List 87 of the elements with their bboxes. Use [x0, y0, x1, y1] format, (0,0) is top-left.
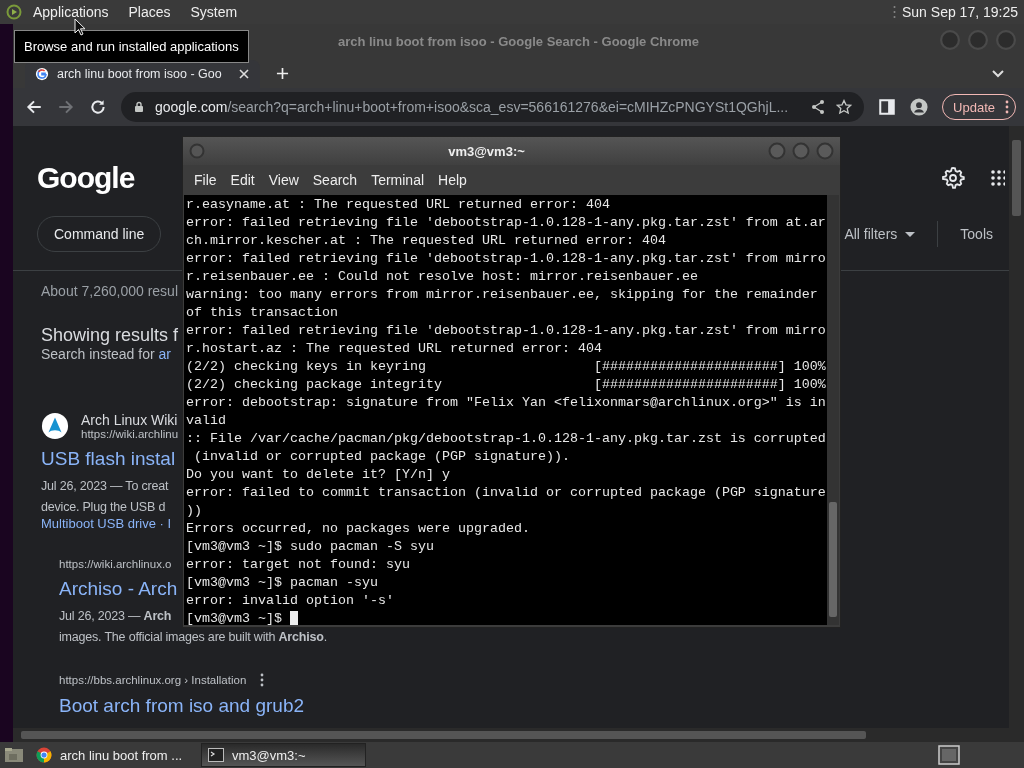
terminal-scrollbar[interactable] [827, 195, 839, 625]
horizontal-scrollbar[interactable] [13, 728, 1024, 742]
chrome-icon [36, 747, 52, 763]
taskbar-button[interactable]: vm3@vm3:~ [201, 743, 366, 767]
menu-item[interactable]: File [187, 172, 224, 188]
sitelinks[interactable]: Multiboot USB drive · I [41, 516, 172, 531]
terminal-line: error: failed retrieving file 'debootstrap-1.0.128-1-any.pkg.tar.zst' from at.ar [186, 214, 827, 232]
dropdown-caret-icon[interactable] [905, 231, 916, 237]
more-options-icon[interactable] [260, 673, 265, 687]
panel-menu[interactable]: System [181, 4, 247, 20]
terminal-line: r.reisenbauer.ee : Could not resolve host: mirror.reisenbauer.ee [186, 268, 699, 286]
panel-menu[interactable]: Applications [24, 4, 118, 20]
show-desktop-icon[interactable] [4, 746, 24, 764]
mouse-pointer-icon [74, 18, 86, 36]
google-logo[interactable]: Google [37, 161, 135, 195]
kebab-menu-icon[interactable] [1005, 100, 1009, 114]
result-stats: About 7,260,000 resul [41, 283, 178, 299]
menu-item[interactable]: Help [431, 172, 474, 188]
share-icon[interactable] [810, 99, 827, 115]
side-panel-icon[interactable] [878, 98, 897, 116]
text-cursor [290, 611, 298, 625]
search-instead-text: Search instead for [41, 346, 155, 362]
terminal-line: :: File /var/cache/pacman/pkg/debootstrap-1.0.128-1-any.pkg.tar.zst is corrupted [186, 430, 827, 448]
google-g-icon [35, 67, 49, 81]
vertical-scrollbar[interactable] [1009, 126, 1024, 728]
terminal-line: error: failed retrieving file 'debootstrap-1.0.128-1-any.pkg.tar.zst' from mirro [186, 322, 827, 340]
result-title-link[interactable]: USB flash instal [41, 448, 176, 470]
terminal-line: ch.mirror.kescher.at : The requested URL returned error: 404 [186, 232, 667, 250]
star-icon[interactable] [836, 99, 853, 115]
panel-handle-icon [893, 5, 896, 19]
terminal-icon [208, 747, 224, 763]
terminal-line: )) [186, 502, 203, 520]
arch-logo-icon [41, 412, 69, 440]
terminal-line: [vm3@vm3 ~]$ sudo pacman -S syu [186, 538, 435, 556]
all-filters-dropdown[interactable]: All filters [840, 226, 920, 242]
shell-prompt: [vm3@vm3 ~]$ [186, 610, 282, 625]
menu-item[interactable]: View [261, 172, 306, 188]
site-name: Arch Linux Wiki [81, 412, 179, 428]
result-snippet: device. Plug the USB d [41, 499, 166, 516]
clock[interactable]: Sun Sep 17, 19:25 [902, 4, 1018, 20]
terminal-line: error: failed to commit transaction (invalid or corrupted package (PGP signature [186, 484, 827, 502]
profile-icon[interactable] [910, 98, 929, 116]
result-snippet: Jul 26, 2023 — Arch [59, 608, 172, 625]
apps-grid-icon[interactable] [991, 169, 1005, 187]
app-menu-icon[interactable] [6, 4, 22, 20]
window-title: vm3@vm3:~ [447, 143, 526, 159]
terminal-line: r.easyname.at : The requested URL returned error: 404 [186, 196, 611, 214]
menu-item[interactable]: Edit [223, 172, 262, 188]
new-tab-icon[interactable] [276, 67, 289, 80]
reload-icon[interactable] [89, 98, 107, 116]
terminal-line: Errors occurred, no packages were upgraded. [186, 520, 531, 538]
terminal-line: (2/2) checking package integrity [######################] 100% [186, 376, 827, 394]
result-url: https://wiki.archlinu [81, 428, 179, 440]
result-title-link[interactable]: Boot arch from iso and grub2 [59, 695, 305, 717]
terminal-line: r.hostart.az : The requested URL returned error: 404 [186, 340, 603, 358]
tools-button[interactable]: Tools [956, 226, 1007, 242]
result-snippet: Jul 26, 2023 — To creat [41, 478, 169, 495]
terminal-line: error: invalid option '-s' [186, 592, 395, 610]
terminal-line: Do you want to delete it? [Y/n] y [186, 466, 451, 484]
workspace-switcher-icon[interactable] [938, 745, 960, 765]
terminal-line: warning: too many errors from mirror.reisenbauer.ee, skipping for the remainder [186, 286, 819, 304]
result-url: https://bbs.archlinux.org › Installation [59, 674, 247, 686]
terminal-line: error: failed retrieving file 'debootstrap-1.0.128-1-any.pkg.tar.zst' from mirro [186, 250, 827, 268]
result-title-link[interactable]: Archiso - Arch [59, 578, 178, 600]
terminal-line: error: target not found: syu [186, 556, 411, 574]
terminal-line: (invalid or corrupted package (PGP signature)). [193, 448, 571, 466]
terminal-line: of this transaction [186, 304, 339, 322]
close-icon[interactable] [238, 68, 250, 80]
settings-icon[interactable] [941, 166, 965, 190]
tab-search-caret-icon[interactable] [992, 70, 1004, 78]
terminal-line: valid [186, 412, 227, 430]
menu-item[interactable]: Terminal [364, 172, 432, 188]
showing-results-text: Showing results f [41, 325, 179, 346]
window-title: arch linu boot from isoo - Google Search - Google Chrome [337, 33, 700, 49]
search-instead-link[interactable]: ar [158, 346, 171, 362]
address-bar[interactable]: google.com/search?q=arch+linu+boot+from+isoo&sca_esv=566161276&ei=cMIHZcPNGYSt1QGhjL... [121, 92, 865, 122]
terminal-line: error: debootstrap: signature from "Felix Yan <felixonmars@archlinux.org>" is in [186, 394, 827, 412]
lock-icon[interactable] [133, 101, 145, 113]
taskbar-button[interactable]: arch linu boot from ... [30, 743, 195, 767]
terminal-line: [vm3@vm3 ~]$ pacman -syu [186, 574, 379, 592]
result-url: https://wiki.archlinux.o [59, 558, 172, 570]
terminal-line: (2/2) checking keys in keyring [######################] 100% [186, 358, 827, 376]
tooltip: Browse and run installed applications [14, 30, 249, 63]
back-icon[interactable] [25, 98, 43, 116]
panel-menu[interactable]: Places [119, 4, 180, 20]
result-snippet: images. The official images are built with Archiso. [59, 629, 327, 646]
menu-item[interactable]: Search [305, 172, 365, 188]
